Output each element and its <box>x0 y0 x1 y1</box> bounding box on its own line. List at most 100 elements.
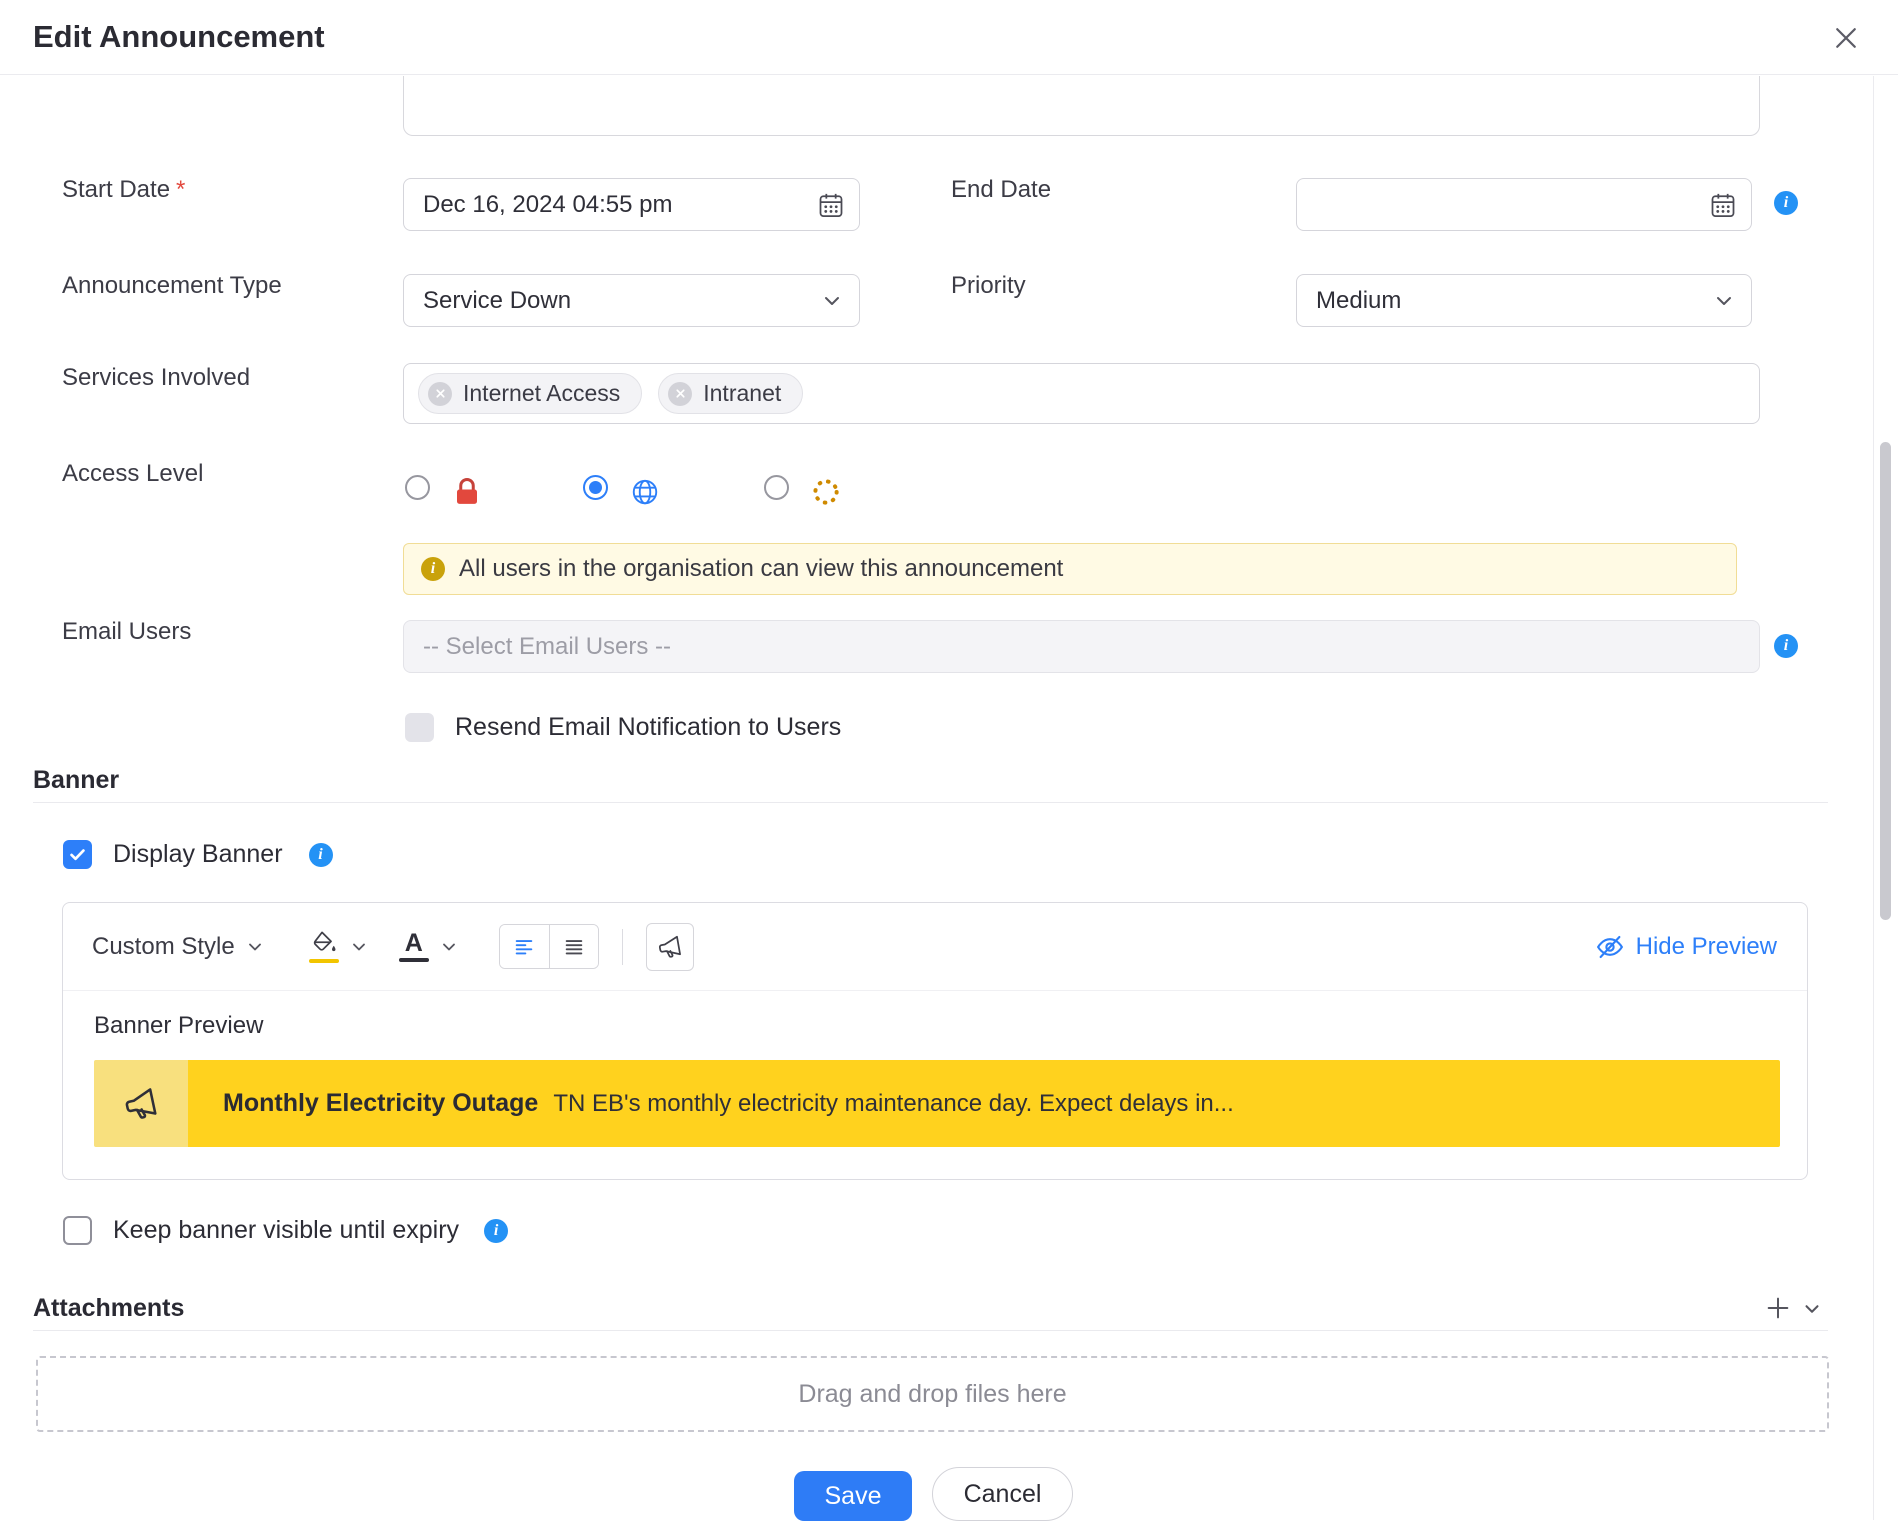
chip-label: Intranet <box>703 380 781 407</box>
chip-label: Internet Access <box>463 380 620 407</box>
attachments-dropzone[interactable]: Drag and drop files here <box>36 1356 1829 1432</box>
highlight-color-bar <box>309 959 339 963</box>
banner-body: Monthly Electricity Outage TN EB's month… <box>188 1060 1780 1147</box>
align-justify-icon <box>563 936 585 958</box>
checkbox-checked[interactable] <box>63 840 92 869</box>
info-icon[interactable]: i <box>309 843 333 867</box>
text-color-icon: A <box>405 931 423 955</box>
description-textarea[interactable] <box>403 76 1760 136</box>
style-selector-value: Custom Style <box>92 933 235 961</box>
display-banner-label: Display Banner <box>113 840 283 869</box>
megaphone-icon <box>655 931 685 961</box>
access-level-option-public[interactable] <box>583 468 660 507</box>
priority-select[interactable]: Medium <box>1296 274 1752 327</box>
megaphone-icon <box>120 1082 163 1125</box>
chevron-down-icon <box>439 937 459 957</box>
text-color-button[interactable]: A <box>399 931 459 962</box>
close-icon[interactable] <box>1831 23 1861 53</box>
style-selector-dropdown[interactable]: Custom Style <box>92 933 265 961</box>
priority-label: Priority <box>951 272 1026 300</box>
checkbox-unchecked[interactable] <box>63 1216 92 1245</box>
notice-text: All users in the organisation can view t… <box>459 555 1063 583</box>
eye-slash-icon <box>1595 932 1625 962</box>
email-users-label: Email Users <box>62 618 191 646</box>
banner-preview-label: Banner Preview <box>94 1012 263 1040</box>
toolbar-divider <box>622 929 623 965</box>
announcement-type-label: Announcement Type <box>62 272 282 300</box>
announcement-type-select[interactable]: Service Down <box>403 274 860 327</box>
globe-icon <box>630 477 660 507</box>
chevron-down-icon <box>245 937 265 957</box>
lock-icon <box>452 477 482 507</box>
resend-email-label: Resend Email Notification to Users <box>455 713 841 742</box>
banner-title: Monthly Electricity Outage <box>223 1089 538 1118</box>
page-title: Edit Announcement <box>33 19 325 55</box>
calendar-icon[interactable] <box>1709 191 1737 219</box>
organization-icon <box>811 477 841 507</box>
chevron-down-icon[interactable] <box>1801 1298 1823 1320</box>
banner-megaphone-cell <box>94 1060 188 1147</box>
scrollbar-track <box>1873 76 1874 1520</box>
keep-banner-label: Keep banner visible until expiry <box>113 1216 459 1245</box>
keep-banner-row[interactable]: Keep banner visible until expiry i <box>63 1216 508 1245</box>
end-date-input[interactable] <box>1296 178 1752 231</box>
radio-unselected[interactable] <box>405 475 430 500</box>
start-date-label: Start Date* <box>62 176 185 204</box>
scrollbar-thumb[interactable] <box>1880 442 1891 920</box>
chevron-down-icon <box>349 937 369 957</box>
service-chip: Intranet <box>658 373 803 414</box>
service-chip: Internet Access <box>418 373 642 414</box>
checkbox-unchecked[interactable] <box>405 713 434 742</box>
announcement-style-button[interactable] <box>646 923 694 971</box>
info-icon[interactable]: i <box>1774 634 1798 658</box>
hide-preview-button[interactable]: Hide Preview <box>1595 932 1777 962</box>
email-users-field[interactable] <box>403 620 1760 673</box>
access-level-label: Access Level <box>62 460 203 488</box>
services-involved-field[interactable]: Internet Access Intranet <box>403 363 1760 424</box>
priority-value: Medium <box>1316 287 1401 315</box>
services-involved-label: Services Involved <box>62 364 250 392</box>
save-button[interactable]: Save <box>794 1471 912 1521</box>
align-justify-button[interactable] <box>549 925 598 968</box>
align-left-button[interactable] <box>500 925 549 968</box>
remove-chip-icon[interactable] <box>668 382 692 406</box>
end-date-field[interactable] <box>1296 178 1752 231</box>
start-date-input[interactable] <box>403 178 860 231</box>
add-attachment-icon[interactable] <box>1764 1294 1792 1322</box>
banner-editor: Custom Style A <box>62 902 1808 1180</box>
start-date-label-text: Start Date <box>62 176 170 203</box>
notice-info-icon: i <box>421 557 445 581</box>
chevron-down-icon <box>1712 289 1736 313</box>
start-date-field[interactable] <box>403 178 860 231</box>
attachments-section-title: Attachments <box>33 1294 184 1323</box>
banner-preview: Monthly Electricity Outage TN EB's month… <box>94 1060 1780 1147</box>
chevron-down-icon <box>820 289 844 313</box>
highlight-color-button[interactable] <box>309 930 369 963</box>
announcement-type-value: Service Down <box>423 287 571 315</box>
access-level-option-organization[interactable] <box>764 468 841 507</box>
display-banner-row[interactable]: Display Banner i <box>63 840 333 869</box>
remove-chip-icon[interactable] <box>428 382 452 406</box>
banner-toolbar: Custom Style A <box>63 903 1807 991</box>
required-marker: * <box>176 176 185 203</box>
divider <box>33 1330 1828 1331</box>
radio-selected[interactable] <box>583 475 608 500</box>
resend-email-row[interactable]: Resend Email Notification to Users <box>405 713 841 742</box>
access-level-notice: i All users in the organisation can view… <box>403 543 1737 595</box>
cancel-button[interactable]: Cancel <box>932 1467 1073 1521</box>
access-level-option-private[interactable] <box>405 468 482 507</box>
divider <box>33 802 1828 803</box>
modal-header: Edit Announcement <box>0 0 1898 75</box>
hide-preview-label: Hide Preview <box>1636 933 1777 961</box>
info-icon[interactable]: i <box>484 1219 508 1243</box>
dropzone-text: Drag and drop files here <box>798 1380 1066 1409</box>
calendar-icon[interactable] <box>817 191 845 219</box>
alignment-group <box>499 924 599 969</box>
paint-bucket-icon <box>311 930 337 956</box>
banner-text: TN EB's monthly electricity maintenance … <box>553 1090 1233 1118</box>
email-users-input[interactable] <box>403 620 1760 673</box>
info-icon[interactable]: i <box>1774 191 1798 215</box>
text-color-bar <box>399 958 429 962</box>
radio-unselected[interactable] <box>764 475 789 500</box>
banner-section-title: Banner <box>33 766 119 795</box>
